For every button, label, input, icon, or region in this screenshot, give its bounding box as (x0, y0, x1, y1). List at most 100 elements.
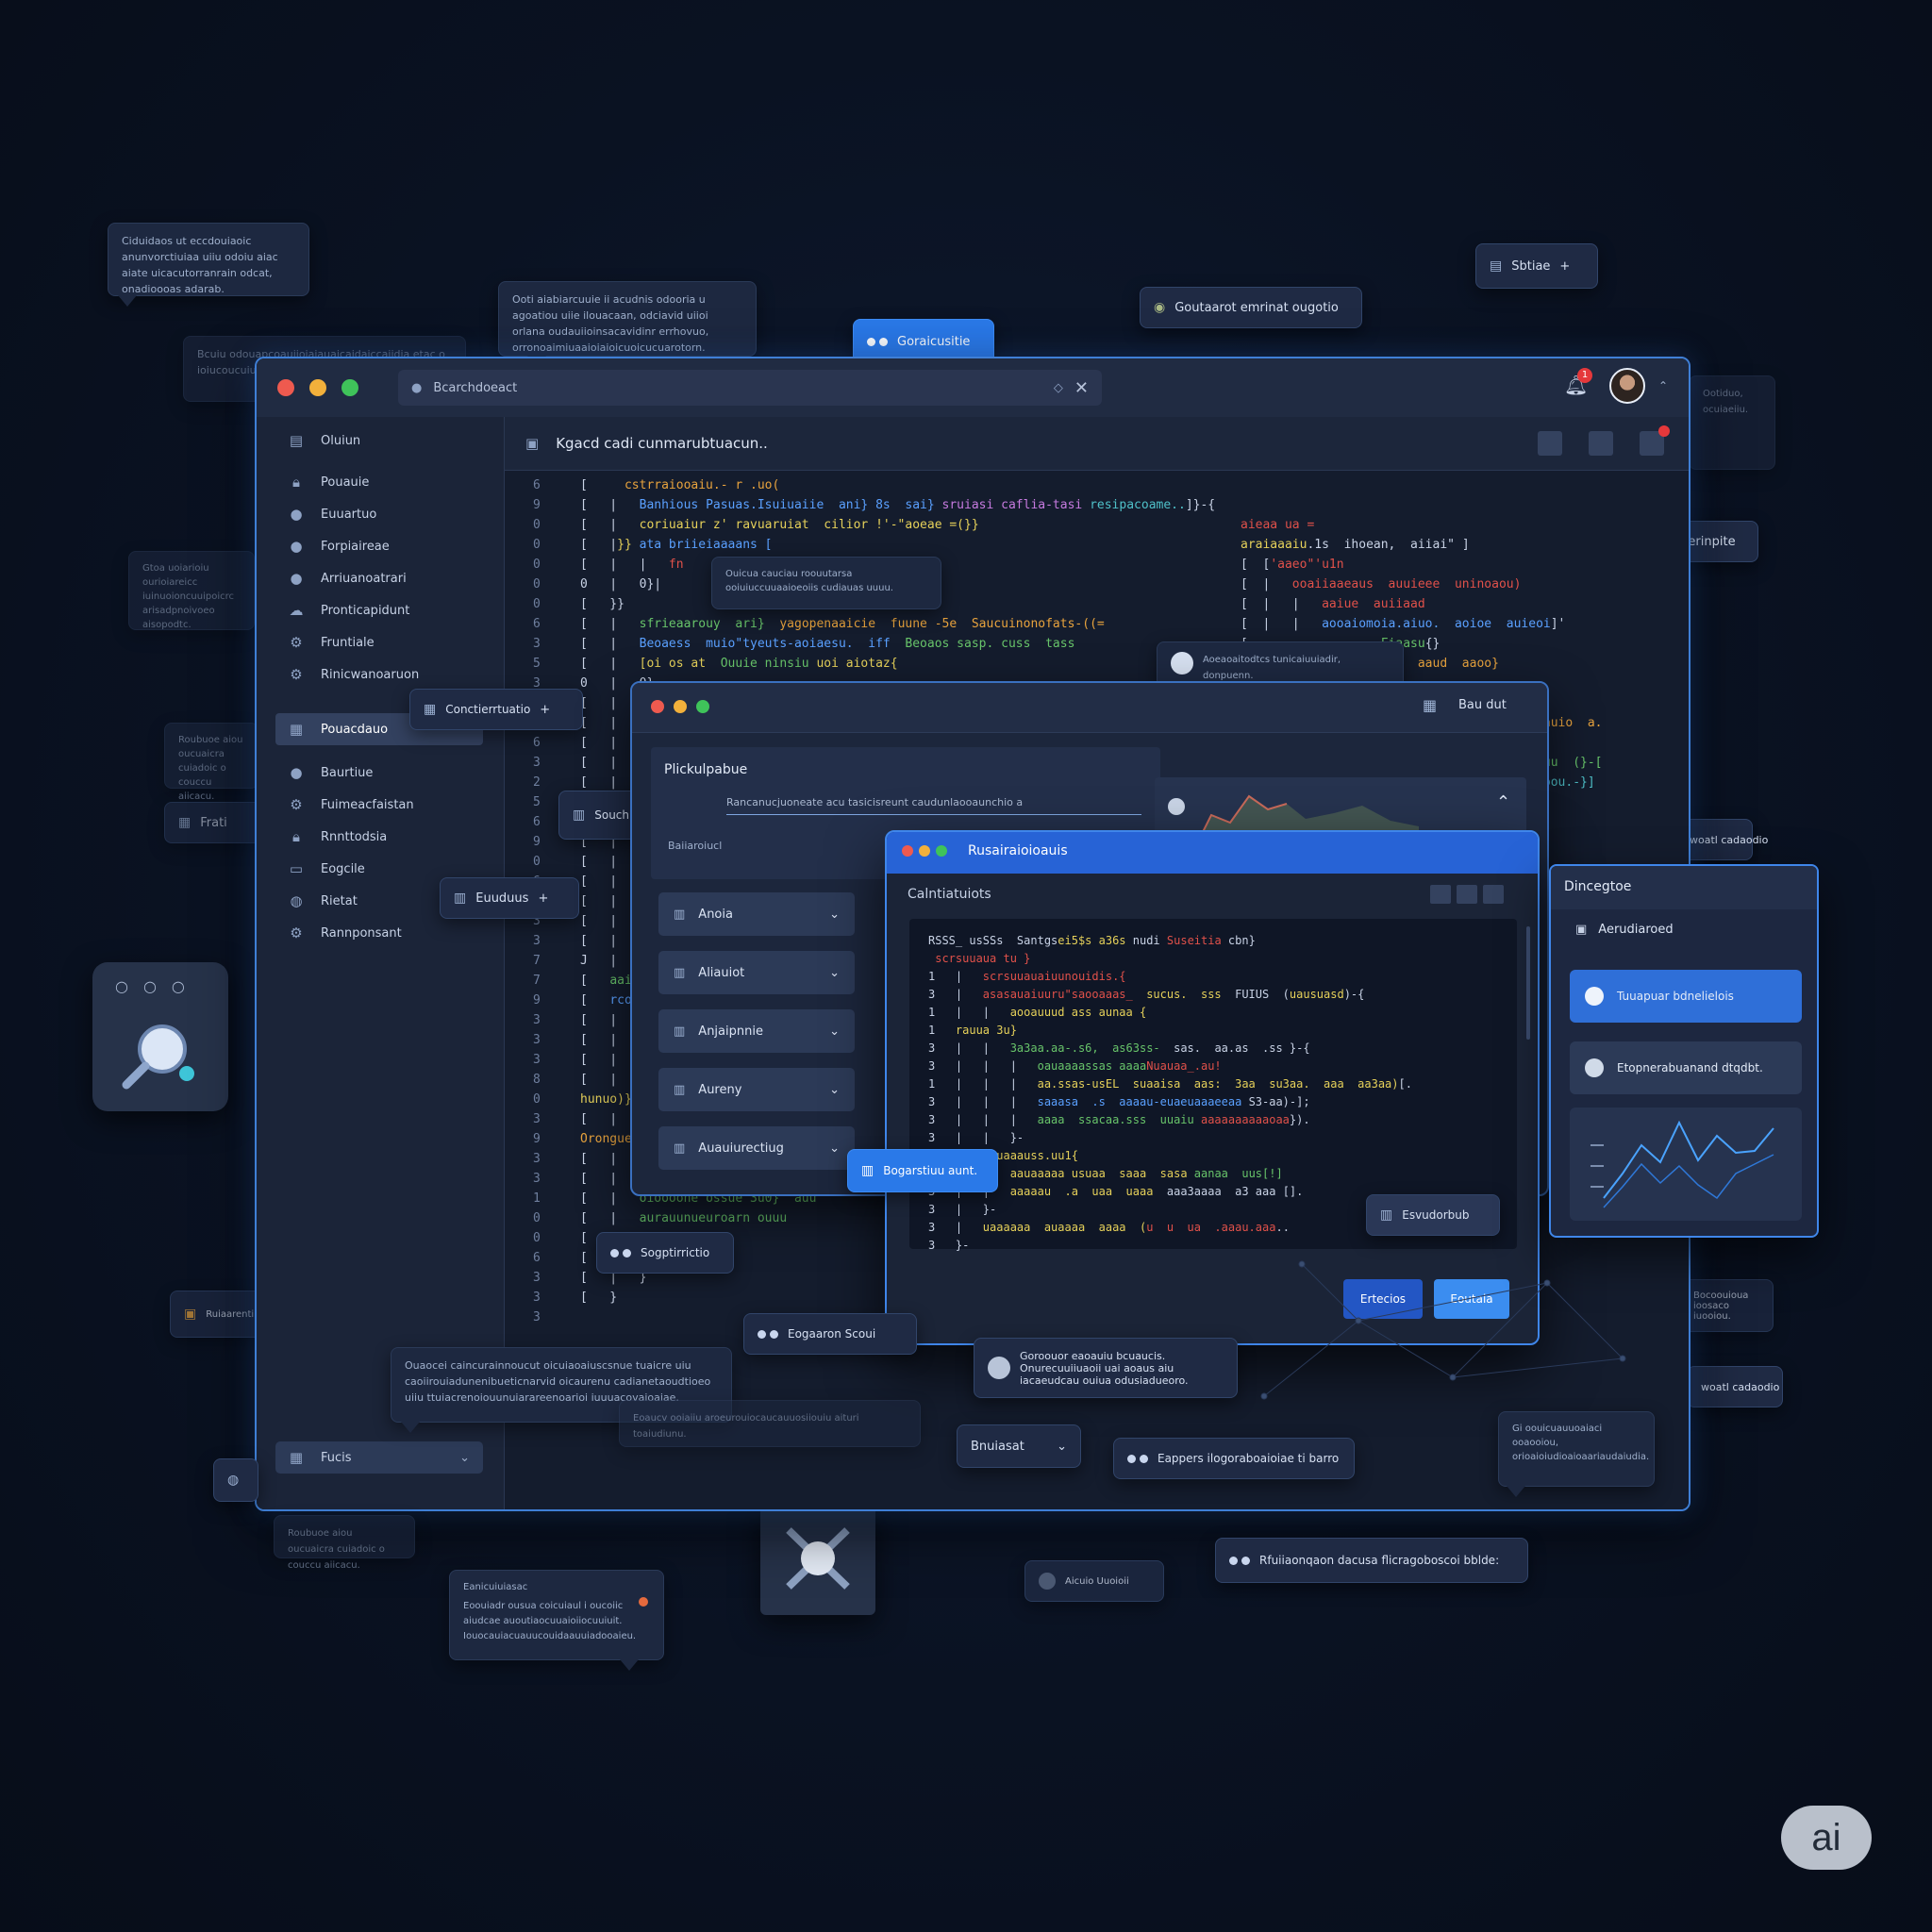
active-chip[interactable]: ▥ Bogarstiuu aunt. (847, 1149, 998, 1192)
sidebar-item[interactable]: ⚙ Rannponsant (275, 917, 483, 949)
box-icon: ▣ (184, 1307, 197, 1322)
sidebar-item-label: Fruntiale (321, 635, 375, 650)
float-chip[interactable]: ▦ Conctierrtuatio + (409, 689, 583, 730)
panel-row[interactable]: Etopnerabuanand dtqdbt. (1570, 1041, 1802, 1094)
dropdown-1[interactable]: ▥ Anoia ⌄ (658, 892, 855, 936)
sidebar-item[interactable]: ● Baurtiue (275, 757, 483, 789)
sidebar-item[interactable]: ● Arriuanoatrari (275, 562, 483, 594)
maximize-button[interactable] (696, 700, 709, 713)
sidebar-item-label: Baurtiue (321, 765, 374, 780)
search-app-icon[interactable]: ○○○ (92, 962, 228, 1111)
target-icon[interactable]: ◇ (1054, 381, 1063, 395)
filter-select[interactable]: Bnuiasat ⌄ (957, 1424, 1081, 1468)
ai-badge[interactable]: ai (1781, 1806, 1872, 1870)
panel-row-active[interactable]: Tuuapuar bdnelielois (1570, 970, 1802, 1023)
panel-item[interactable]: ▣ Aerudiaroed (1575, 923, 1674, 937)
dialog-subtitle: Calntiatuiots (908, 887, 991, 902)
float-chip[interactable]: Eogaaron Scoui (743, 1313, 917, 1355)
line-chart-card[interactable] (1570, 1108, 1802, 1221)
sidebar-item-label: Rannponsant (321, 925, 402, 941)
footer-chip[interactable]: Aicuio Uuoioii (1024, 1560, 1164, 1602)
chevron-down-icon: ⌄ (829, 1141, 840, 1156)
info-bubble: Eoaucv ooiaiiu aroeurouiocaucauuosiiouiu… (619, 1400, 921, 1447)
side-chip[interactable]: woatl cadaodio (1687, 1366, 1783, 1407)
info-bubble: Ouicua cauciau roouutarsa ooiuiuccuuaaio… (711, 557, 941, 609)
dropdown-2[interactable]: ▥ Aliauiot ⌄ (658, 951, 855, 994)
export-icon[interactable] (1538, 431, 1562, 456)
info-chip[interactable]: Goroouor eaoauiu bcuaucis. Onurecuuiiuao… (974, 1338, 1238, 1398)
upload-icon: ▣ (1575, 923, 1588, 937)
sidebar-footer-select[interactable]: ▦ Fucis ⌄ (275, 1441, 483, 1474)
close-icon[interactable]: ✕ (1074, 378, 1089, 398)
cards-icon: ▥ (674, 1082, 686, 1097)
side-chip[interactable]: Bocoouioua ioosaco iuooiou. (1679, 1279, 1774, 1332)
maximize-button[interactable] (341, 379, 358, 396)
sidebar-item[interactable]: ● Euuartuo (275, 498, 483, 530)
chart-panel[interactable]: ⌃ (1155, 777, 1526, 836)
search-bar[interactable]: ● Bcarchdoeact ◇ ✕ (398, 370, 1102, 406)
menu-icon: ▤ (289, 432, 304, 449)
globe-icon: ◍ (290, 892, 303, 909)
avatar[interactable] (1609, 368, 1645, 404)
chevron-down-icon: ⌄ (829, 965, 840, 980)
chevron-down-icon: ⌄ (459, 1450, 470, 1465)
toolbar-icon-3[interactable] (1483, 885, 1504, 904)
minimize-button[interactable] (309, 379, 326, 396)
settings-app-icon[interactable] (760, 1502, 875, 1615)
text-field[interactable]: Baiiaroiucl (668, 840, 722, 852)
chat-icon (1171, 652, 1193, 675)
info-bubble: Eanicuiuiasac Eoouiadr ousua coicuiaul i … (449, 1570, 664, 1671)
plus-icon: + (540, 702, 551, 717)
close-button[interactable] (277, 379, 294, 396)
close-button[interactable] (651, 700, 664, 713)
sidebar-item[interactable]: 🔒︎ Rnnttodsia (275, 821, 483, 853)
grid-icon: ▦ (289, 1449, 304, 1466)
window-icon[interactable] (1589, 431, 1613, 456)
sidebar-item[interactable]: ⚙ Fruntiale (275, 626, 483, 658)
minimize-button[interactable] (919, 845, 930, 857)
sidebar-item[interactable]: ⚙ Rinicwanoaruon (275, 658, 483, 691)
chevron-up-icon[interactable]: ⌃ (1496, 792, 1510, 812)
user-icon: ● (290, 506, 303, 523)
gear-icon: ⚙ (290, 634, 303, 651)
close-button[interactable] (902, 845, 913, 857)
tab-strip[interactable]: Rancanucjuoneate acu tasicisreunt caudun… (726, 796, 1141, 815)
dropdown-4[interactable]: ▥ Aureny ⌄ (658, 1068, 855, 1111)
scrollbar[interactable] (1526, 926, 1530, 1040)
grid-icon: ▦ (289, 721, 304, 738)
sidebar-item[interactable]: ⚙ Fuimeacfaistan (275, 789, 483, 821)
share-chip[interactable]: ▤ Sbtiae + (1475, 243, 1598, 289)
status-chip[interactable]: ◉ Goutaarot emrinat ougotio (1140, 287, 1362, 328)
info-bubble: Gtoa uoiarioiu ourioiareicc iuinuoioncuu… (128, 551, 255, 630)
code-view[interactable]: RSSS_ usSSs Santgsei5$s a36s nudi Suseit… (909, 919, 1517, 1252)
dropdown-3[interactable]: ▥ Anjaipnnie ⌄ (658, 1009, 855, 1053)
tools-icon (786, 1527, 850, 1590)
maximize-button[interactable] (936, 845, 947, 857)
globe-chip[interactable]: ◍ (213, 1458, 258, 1502)
footer-chip[interactable]: Rfuiiaonqaon dacusa flicragoboscoi bblde… (1215, 1538, 1528, 1583)
float-chip[interactable]: ▥ Euuduus + (440, 877, 579, 919)
float-chip[interactable]: Sogptirrictio (596, 1232, 734, 1274)
sidebar-item-label: Rinicwanoaruon (321, 667, 420, 682)
chevron-icon[interactable]: ⌃ (1658, 379, 1668, 392)
sidebar-item[interactable]: 🔒︎ Pouauie (275, 466, 483, 498)
circle-icon (988, 1357, 1010, 1379)
line-chart (1591, 1120, 1774, 1208)
sidebar-item-label: Rnnttodsia (321, 829, 388, 844)
sidebar-item[interactable]: ● Forpiaireae (275, 530, 483, 562)
sidebar-header[interactable]: ▤ Oluiun (275, 425, 483, 457)
minimize-button[interactable] (674, 700, 687, 713)
cards-icon: ▥ (454, 891, 467, 906)
search-input[interactable]: Bcarchdoeact (433, 381, 1042, 395)
sidebar-item-label: Rietat (321, 893, 358, 908)
alert-icon[interactable] (1640, 425, 1670, 456)
float-chip[interactable]: Eappers ilogoraboaioiae ti barro (1113, 1438, 1355, 1479)
info-bubble: Gi oouicuauuoaiaci ooaooiou, orioaioiudi… (1498, 1411, 1655, 1497)
sidebar-item-label: Forpiaireae (321, 539, 390, 554)
section-title: Plickulpabue (664, 762, 748, 777)
toolbar-icon-2[interactable] (1457, 885, 1477, 904)
dropdown-5[interactable]: ▥ Auauiurectiug ⌄ (658, 1126, 855, 1170)
sidebar-item-label: Eogcile (321, 861, 365, 876)
toolbar-icon-1[interactable] (1430, 885, 1451, 904)
sidebar-item[interactable]: ☁ Pronticapidunt (275, 594, 483, 626)
